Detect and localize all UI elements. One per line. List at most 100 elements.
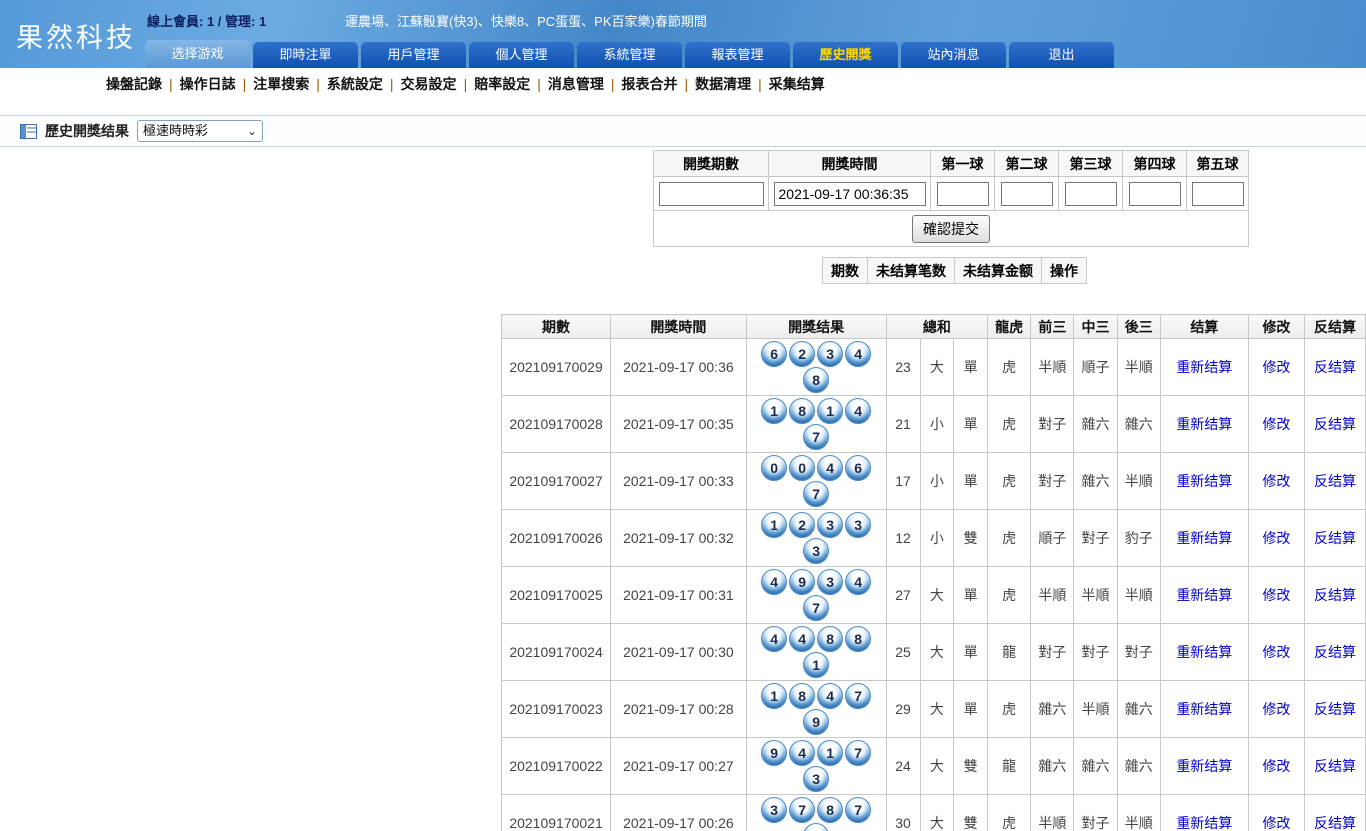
brand-logo: 果然科技 bbox=[16, 16, 136, 55]
search-column-header-1: 開獎期數 bbox=[654, 151, 769, 177]
announcement-marquee: 運農場、江蘇骰寶(快3)、快樂8、PC蛋蛋、PK百家樂)春節期間 bbox=[345, 11, 707, 30]
submenu-item-8[interactable]: 报表合并 bbox=[621, 76, 677, 92]
submenu-item-10[interactable]: 采集结算 bbox=[769, 76, 825, 92]
reverse-settle-link[interactable]: 反结算 bbox=[1314, 530, 1356, 546]
submit-button[interactable]: 確認提交 bbox=[912, 215, 990, 243]
modify-cell: 修改 bbox=[1248, 681, 1304, 738]
modify-cell: 修改 bbox=[1248, 510, 1304, 567]
tab-7[interactable]: 歷史開獎 bbox=[793, 42, 898, 68]
lottery-ball: 1 bbox=[761, 398, 787, 424]
modify-link[interactable]: 修改 bbox=[1262, 701, 1290, 717]
reverse-settle-link[interactable]: 反结算 bbox=[1314, 644, 1356, 660]
ball-5-input[interactable] bbox=[1192, 182, 1244, 206]
parity-cell: 單 bbox=[954, 396, 988, 453]
submenu-item-9[interactable]: 数据清理 bbox=[695, 76, 751, 92]
lottery-ball: 7 bbox=[845, 683, 871, 709]
submenu-item-6[interactable]: 賠率設定 bbox=[474, 76, 530, 92]
lottery-ball: 4 bbox=[761, 569, 787, 595]
sum-cell: 27 bbox=[886, 567, 920, 624]
result-balls-cell: 37875 bbox=[746, 795, 886, 831]
search-column-header-3: 第一球 bbox=[931, 151, 995, 177]
reverse-settle-link[interactable]: 反结算 bbox=[1314, 587, 1356, 603]
resettle-link[interactable]: 重新结算 bbox=[1176, 587, 1232, 603]
submenu-separator: | bbox=[169, 76, 173, 92]
draw-time-input[interactable] bbox=[774, 182, 926, 206]
result-balls-cell: 12333 bbox=[746, 510, 886, 567]
tab-4[interactable]: 個人管理 bbox=[469, 42, 574, 68]
size-cell: 大 bbox=[920, 567, 954, 624]
modify-link[interactable]: 修改 bbox=[1262, 416, 1290, 432]
resettle-link[interactable]: 重新结算 bbox=[1176, 416, 1232, 432]
results-column-header-9: 结算 bbox=[1160, 315, 1248, 339]
middle-three-cell: 雜六 bbox=[1074, 453, 1117, 510]
modify-link[interactable]: 修改 bbox=[1262, 530, 1290, 546]
ball-1-input[interactable] bbox=[937, 182, 989, 206]
resettle-link[interactable]: 重新结算 bbox=[1176, 701, 1232, 717]
search-input-cell bbox=[995, 177, 1059, 211]
resettle-link[interactable]: 重新结算 bbox=[1176, 473, 1232, 489]
submenu-item-5[interactable]: 交易設定 bbox=[401, 76, 457, 92]
settle-cell: 重新结算 bbox=[1160, 738, 1248, 795]
middle-three-cell: 對子 bbox=[1074, 624, 1117, 681]
results-column-header-3: 開獎结果 bbox=[746, 315, 886, 339]
tab-2[interactable]: 即時注單 bbox=[253, 42, 358, 68]
parity-cell: 單 bbox=[954, 681, 988, 738]
resettle-link[interactable]: 重新结算 bbox=[1176, 530, 1232, 546]
ball-2-input[interactable] bbox=[1001, 182, 1053, 206]
resettle-link[interactable]: 重新结算 bbox=[1176, 644, 1232, 660]
draw-time-cell: 2021-09-17 00:32 bbox=[611, 510, 747, 567]
lottery-ball: 6 bbox=[761, 341, 787, 367]
table-row: 2021091700282021-09-17 00:351814721小單虎對子… bbox=[502, 396, 1366, 453]
lottery-ball: 0 bbox=[761, 455, 787, 481]
reverse-settle-link[interactable]: 反结算 bbox=[1314, 758, 1356, 774]
modify-link[interactable]: 修改 bbox=[1262, 359, 1290, 375]
tab-9[interactable]: 退出 bbox=[1009, 42, 1114, 68]
parity-cell: 雙 bbox=[954, 795, 988, 831]
modify-link[interactable]: 修改 bbox=[1262, 758, 1290, 774]
lottery-ball: 1 bbox=[817, 740, 843, 766]
submenu-item-7[interactable]: 消息管理 bbox=[548, 76, 604, 92]
search-input-cell bbox=[931, 177, 995, 211]
reverse-settle-link[interactable]: 反结算 bbox=[1314, 359, 1356, 375]
sum-cell: 17 bbox=[886, 453, 920, 510]
sum-cell: 24 bbox=[886, 738, 920, 795]
resettle-link[interactable]: 重新结算 bbox=[1176, 359, 1232, 375]
reverse-cell: 反结算 bbox=[1305, 510, 1366, 567]
reverse-settle-link[interactable]: 反结算 bbox=[1314, 701, 1356, 717]
search-input-cell bbox=[1187, 177, 1249, 211]
tab-1[interactable]: 选择游戏 bbox=[145, 40, 250, 68]
submenu-item-3[interactable]: 注單搜索 bbox=[253, 76, 309, 92]
period-input[interactable] bbox=[659, 182, 764, 206]
tab-5[interactable]: 系統管理 bbox=[577, 42, 682, 68]
back-three-cell: 豹子 bbox=[1117, 510, 1160, 567]
ball-4-input[interactable] bbox=[1129, 182, 1181, 206]
settle-cell: 重新结算 bbox=[1160, 795, 1248, 831]
ball-3-input[interactable] bbox=[1065, 182, 1117, 206]
settle-cell: 重新结算 bbox=[1160, 396, 1248, 453]
tab-3[interactable]: 用戶管理 bbox=[361, 42, 466, 68]
middle-three-cell: 對子 bbox=[1074, 795, 1117, 831]
draw-time-cell: 2021-09-17 00:28 bbox=[611, 681, 747, 738]
modify-link[interactable]: 修改 bbox=[1262, 587, 1290, 603]
results-column-header-10: 修改 bbox=[1248, 315, 1304, 339]
sum-cell: 23 bbox=[886, 339, 920, 396]
dragon-tiger-cell: 虎 bbox=[988, 453, 1031, 510]
submenu-item-4[interactable]: 系統設定 bbox=[327, 76, 383, 92]
submenu-item-2[interactable]: 操作日誌 bbox=[180, 76, 236, 92]
submenu-item-1[interactable]: 操盤記錄 bbox=[106, 76, 162, 92]
modify-link[interactable]: 修改 bbox=[1262, 815, 1290, 831]
parity-cell: 雙 bbox=[954, 510, 988, 567]
period-cell: 202109170026 bbox=[502, 510, 611, 567]
reverse-settle-link[interactable]: 反结算 bbox=[1314, 815, 1356, 831]
reverse-settle-link[interactable]: 反结算 bbox=[1314, 473, 1356, 489]
tab-8[interactable]: 站內消息 bbox=[901, 42, 1006, 68]
reverse-settle-link[interactable]: 反结算 bbox=[1314, 416, 1356, 432]
resettle-link[interactable]: 重新结算 bbox=[1176, 815, 1232, 831]
lottery-type-select[interactable]: 極速時時彩 ⌄ bbox=[137, 120, 263, 142]
resettle-link[interactable]: 重新结算 bbox=[1176, 758, 1232, 774]
tab-6[interactable]: 報表管理 bbox=[685, 42, 790, 68]
sum-cell: 29 bbox=[886, 681, 920, 738]
modify-link[interactable]: 修改 bbox=[1262, 644, 1290, 660]
lottery-ball: 2 bbox=[789, 341, 815, 367]
modify-link[interactable]: 修改 bbox=[1262, 473, 1290, 489]
